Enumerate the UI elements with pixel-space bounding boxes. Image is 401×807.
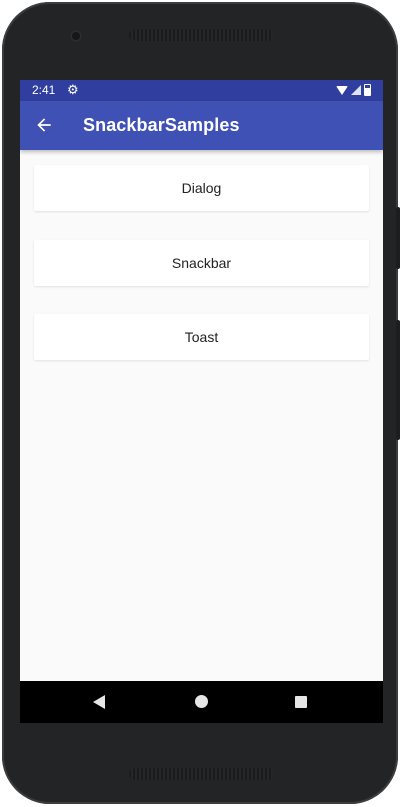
app-bar: SnackbarSamples: [20, 101, 383, 150]
front-camera: [70, 30, 82, 42]
nav-back-icon[interactable]: [93, 695, 105, 709]
battery-icon: [364, 84, 371, 96]
dialog-button[interactable]: Dialog: [34, 165, 369, 211]
nav-recents-icon[interactable]: [295, 696, 307, 708]
snackbar-button[interactable]: Snackbar: [34, 240, 369, 286]
gear-icon: ⚙: [67, 82, 79, 97]
app-title: SnackbarSamples: [83, 115, 240, 135]
status-bar: 2:41 ⚙: [20, 80, 383, 101]
navigation-bar: [20, 681, 383, 723]
volume-button: [396, 320, 400, 440]
back-arrow-icon[interactable]: [34, 115, 54, 135]
device-screen: 2:41 ⚙ SnackbarSamples Dialog Snackbar T…: [20, 80, 383, 723]
phone-frame: 2:41 ⚙ SnackbarSamples Dialog Snackbar T…: [2, 2, 400, 804]
status-icons: [336, 84, 371, 96]
signal-icon: [351, 85, 361, 95]
wifi-icon: [336, 85, 348, 95]
nav-home-icon[interactable]: [195, 695, 208, 708]
power-button: [396, 207, 400, 269]
top-speaker: [129, 29, 273, 41]
status-time: 2:41: [32, 83, 56, 97]
bottom-speaker: [129, 768, 273, 780]
toast-button[interactable]: Toast: [34, 314, 369, 360]
button-list: Dialog Snackbar Toast: [34, 165, 369, 389]
